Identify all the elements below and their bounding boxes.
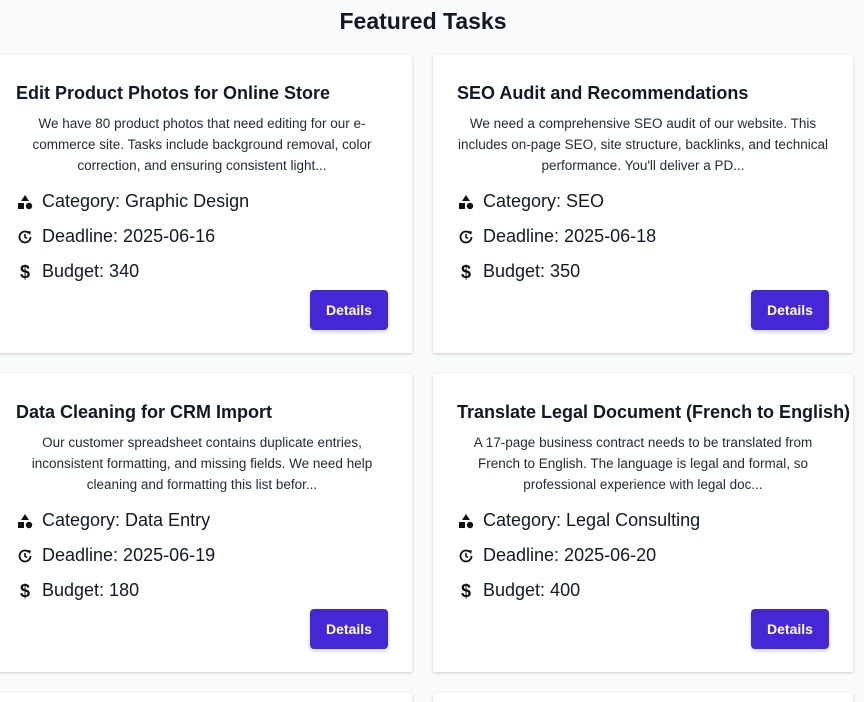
task-title: Data Cleaning for CRM Import: [16, 402, 273, 422]
dollar-icon: $: [457, 582, 475, 600]
dollar-icon: $: [16, 582, 34, 600]
svg-text:$: $: [461, 263, 471, 281]
task-category: Category: Graphic Design: [16, 184, 388, 219]
task-description: We have 80 product photos that need edit…: [32, 116, 372, 173]
task-deadline: Deadline: 2025-06-18: [457, 219, 829, 254]
details-button[interactable]: Details: [751, 609, 829, 649]
page: Featured Tasks Edit Product Photos for O…: [0, 0, 864, 702]
task-meta: Category: Graphic Design Deadline: 2025-…: [16, 184, 388, 289]
task-meta: Category: Legal Consulting Deadline: 202…: [457, 503, 829, 608]
details-button[interactable]: Details: [310, 290, 388, 330]
category-label: Category: Data Entry: [42, 510, 211, 530]
task-card: SEO Audit and Recommendations We need a …: [433, 55, 853, 353]
budget-label: Budget: 350: [483, 261, 581, 281]
task-title: Edit Product Photos for Online Store: [16, 83, 331, 103]
budget-label: Budget: 400: [483, 580, 581, 600]
page-title: Featured Tasks: [339, 8, 507, 34]
shapes-icon: [457, 512, 475, 530]
task-category: Category: SEO: [457, 184, 829, 219]
svg-text:$: $: [20, 263, 30, 281]
task-meta: Category: Data Entry Deadline: 2025-06-1…: [16, 503, 388, 608]
category-label: Category: SEO: [483, 191, 605, 211]
details-button[interactable]: Details: [751, 290, 829, 330]
task-category: Category: Data Entry: [16, 503, 388, 538]
shapes-icon: [16, 512, 34, 530]
task-budget: $ Budget: 350: [457, 254, 829, 289]
task-card: Translate Legal Document (French to Engl…: [433, 374, 853, 672]
task-description: We need a comprehensive SEO audit of our…: [458, 116, 828, 173]
task-title: SEO Audit and Recommendations: [457, 83, 749, 103]
deadline-label: Deadline: 2025-06-20: [483, 545, 657, 565]
task-description: Our customer spreadsheet contains duplic…: [31, 435, 373, 492]
task-deadline: Deadline: 2025-06-16: [16, 219, 388, 254]
budget-label: Budget: 340: [42, 261, 140, 281]
task-deadline: Deadline: 2025-06-19: [16, 538, 388, 573]
details-button[interactable]: Details: [310, 609, 388, 649]
clock-rotate-icon: [16, 228, 34, 246]
task-card-partial: [0, 693, 412, 702]
task-card: Edit Product Photos for Online Store We …: [0, 55, 412, 353]
category-label: Category: Graphic Design: [42, 191, 250, 211]
task-card: Data Cleaning for CRM Import Our custome…: [0, 374, 412, 672]
task-deadline: Deadline: 2025-06-20: [457, 538, 829, 573]
deadline-label: Deadline: 2025-06-16: [42, 226, 216, 246]
clock-rotate-icon: [457, 547, 475, 565]
task-budget: $ Budget: 340: [16, 254, 388, 289]
category-label: Category: Legal Consulting: [483, 510, 701, 530]
deadline-label: Deadline: 2025-06-18: [483, 226, 657, 246]
dollar-icon: $: [457, 263, 475, 281]
task-description: A 17-page business contract needs to be …: [473, 435, 813, 492]
dollar-icon: $: [16, 263, 34, 281]
svg-text:$: $: [461, 582, 471, 600]
clock-rotate-icon: [457, 228, 475, 246]
task-budget: $ Budget: 180: [16, 573, 388, 608]
task-title: Translate Legal Document (French to Engl…: [457, 402, 851, 422]
task-budget: $ Budget: 400: [457, 573, 829, 608]
task-meta: Category: SEO Deadline: 2025-06-18 $ Bud…: [457, 184, 829, 289]
budget-label: Budget: 180: [42, 580, 140, 600]
svg-text:$: $: [20, 582, 30, 600]
shapes-icon: [457, 193, 475, 211]
task-category: Category: Legal Consulting: [457, 503, 829, 538]
deadline-label: Deadline: 2025-06-19: [42, 545, 216, 565]
shapes-icon: [16, 193, 34, 211]
task-card-partial: [433, 693, 853, 702]
clock-rotate-icon: [16, 547, 34, 565]
